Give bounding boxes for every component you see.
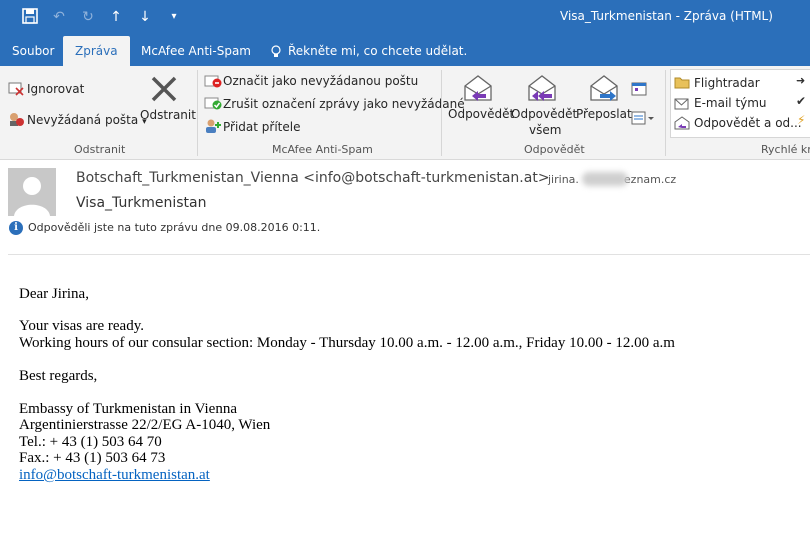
info-bar[interactable]: Odpověděli jste na tuto zprávu dne 09.08… xyxy=(28,221,320,234)
lightning-icon[interactable]: ⚡ xyxy=(797,113,805,127)
delete-icon xyxy=(149,74,179,108)
reply-button[interactable]: Odpovědět xyxy=(448,107,514,121)
signature-email: info@botschaft-turkmenistan.at xyxy=(19,467,210,484)
group-label-delete: Odstranit xyxy=(74,143,126,156)
tab-file[interactable]: Soubor xyxy=(12,36,54,66)
tell-me-search[interactable]: Řekněte mi, co chcete udělat. xyxy=(288,36,467,66)
unmark-spam-button[interactable]: Zrušit označení zprávy jako nevyžádané xyxy=(223,97,465,111)
group-label-quick-steps: Rychlé kro xyxy=(761,143,810,156)
signature-address: Argentinierstrasse 22/2/EG A-1040, Wien xyxy=(19,417,271,433)
quick-step-create-icon[interactable]: ➜ xyxy=(796,74,805,87)
body-line: Your visas are ready. xyxy=(19,318,144,334)
ignore-button[interactable]: Ignorovat xyxy=(27,82,84,96)
ribbon: Ignorovat Nevyžádaná pošta ▾ Odstranit O… xyxy=(0,66,810,160)
sender[interactable]: Botschaft_Turkmenistan_Vienna <info@bots… xyxy=(76,170,550,186)
header-divider xyxy=(8,254,810,255)
reply-all-button-line2[interactable]: všem xyxy=(529,123,561,137)
redo-icon[interactable]: ↻ xyxy=(78,8,98,26)
junk-label: Nevyžádaná pošta xyxy=(27,113,139,127)
quick-step-item[interactable]: Odpovědět a od... xyxy=(694,116,802,130)
add-friend-button[interactable]: Přidat přítele xyxy=(223,120,300,134)
signature-email-link[interactable]: info@botschaft-turkmenistan.at xyxy=(19,467,210,483)
group-separator xyxy=(197,70,198,156)
group-label-respond: Odpovědět xyxy=(524,143,585,156)
mark-spam-button[interactable]: Označit jako nevyžádanou poštu xyxy=(223,74,418,88)
group-separator xyxy=(665,70,666,156)
info-icon: i xyxy=(9,221,23,235)
recipient-suffix: eznam.cz xyxy=(623,173,677,186)
meeting-icon[interactable] xyxy=(631,81,647,100)
window-title: Visa_Turkmenistan - Zpráva (HTML) xyxy=(560,9,773,23)
reply-icon xyxy=(462,72,494,108)
down-arrow-icon[interactable]: ↓ xyxy=(135,8,155,26)
forward-icon xyxy=(588,72,620,108)
signature-name: Embassy of Turkmenistan in Vienna xyxy=(19,401,237,417)
group-separator xyxy=(441,70,442,156)
team-email-icon xyxy=(674,95,690,114)
group-label-mcafee: McAfee Anti-Spam xyxy=(272,143,373,156)
signature-tel: Tel.: + 43 (1) 503 64 70 xyxy=(19,434,162,450)
junk-icon xyxy=(8,111,25,131)
reply-delete-icon xyxy=(674,115,690,134)
ribbon-tabs: Soubor Zpráva McAfee Anti-Spam Řekněte m… xyxy=(0,36,810,66)
recipient-prefix: jirina. xyxy=(548,173,579,186)
checkmark-icon[interactable]: ✔ xyxy=(796,94,806,108)
message-subject: Visa_Turkmenistan xyxy=(76,195,207,211)
up-arrow-icon[interactable]: ↑ xyxy=(106,8,126,26)
ignore-icon xyxy=(8,80,24,100)
tab-message[interactable]: Zpráva xyxy=(63,36,130,66)
folder-icon xyxy=(674,74,690,93)
tab-mcafee[interactable]: McAfee Anti-Spam xyxy=(141,36,251,66)
forward-button[interactable]: Přeposlat xyxy=(576,107,632,121)
mark-spam-icon xyxy=(204,73,222,93)
body-closing: Best regards, xyxy=(19,368,98,384)
quick-step-item[interactable]: Flightradar xyxy=(694,76,760,90)
lightbulb-icon xyxy=(270,44,282,63)
unmark-spam-icon xyxy=(204,95,222,115)
reply-all-button-line1[interactable]: Odpovědět xyxy=(511,107,577,121)
title-bar: ↶ ↻ ↑ ↓ ▾ Visa_Turkmenistan - Zpráva (HT… xyxy=(0,0,810,36)
body-line: Working hours of our consular section: M… xyxy=(19,335,675,351)
signature-fax: Fax.: + 43 (1) 503 64 73 xyxy=(19,450,166,466)
junk-button[interactable]: Nevyžádaná pošta ▾ xyxy=(27,113,147,127)
body-greeting: Dear Jirina, xyxy=(19,286,89,302)
customize-toolbar-icon[interactable]: ▾ xyxy=(164,8,184,26)
more-respond-icon[interactable] xyxy=(631,110,655,129)
undo-icon[interactable]: ↶ xyxy=(49,8,69,26)
reply-all-icon xyxy=(526,72,558,108)
delete-button[interactable]: Odstranit xyxy=(140,108,196,122)
save-icon[interactable] xyxy=(20,8,40,29)
avatar xyxy=(8,168,56,216)
add-friend-icon xyxy=(204,118,222,138)
redaction-blur xyxy=(582,172,628,186)
quick-step-item[interactable]: E-mail týmu xyxy=(694,96,767,110)
